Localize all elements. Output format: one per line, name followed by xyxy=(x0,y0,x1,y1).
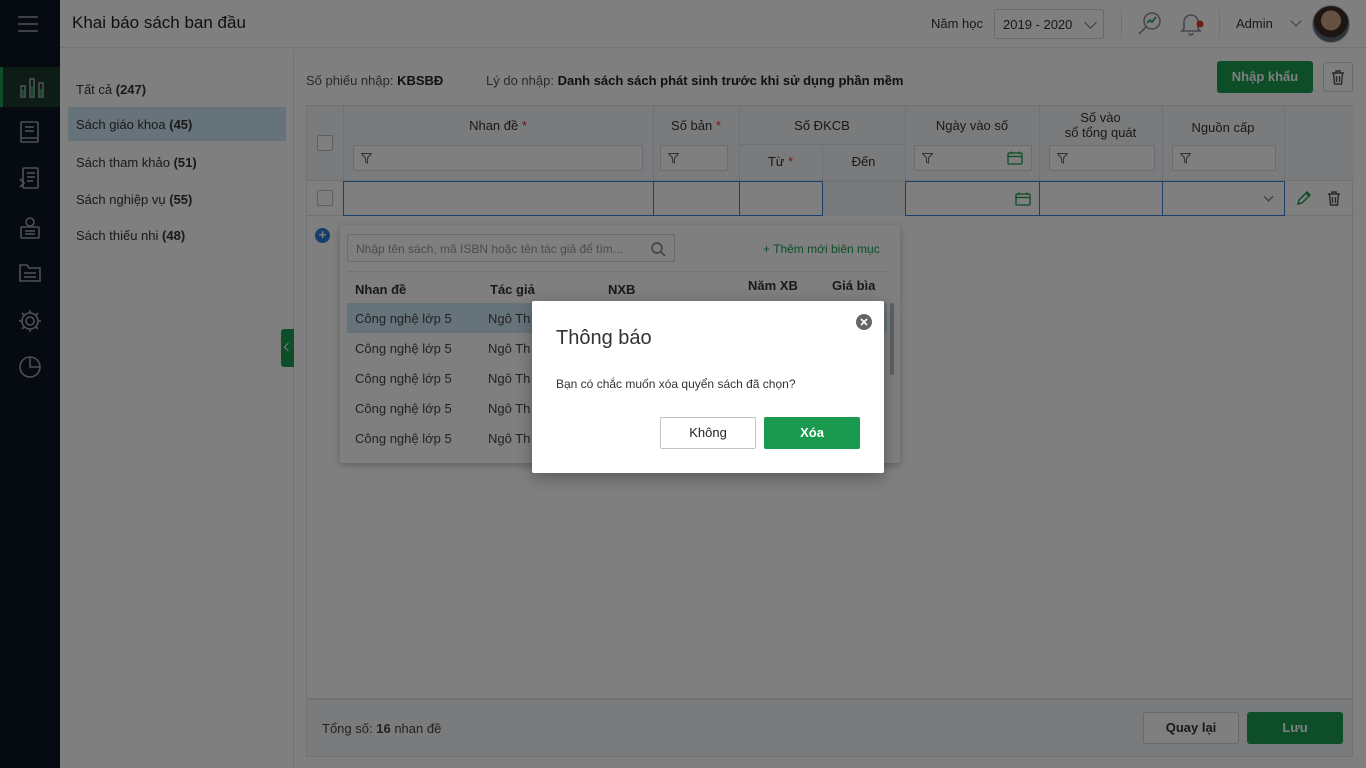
confirm-delete-button[interactable]: Xóa xyxy=(764,417,860,449)
close-icon[interactable] xyxy=(855,313,873,331)
cancel-button[interactable]: Không xyxy=(660,417,756,449)
dialog-title: Thông báo xyxy=(556,327,652,349)
dialog-message: Bạn có chắc muốn xóa quyển sách đã chọn? xyxy=(556,377,796,391)
confirm-dialog: Thông báo Bạn có chắc muốn xóa quyển sác… xyxy=(532,301,884,473)
